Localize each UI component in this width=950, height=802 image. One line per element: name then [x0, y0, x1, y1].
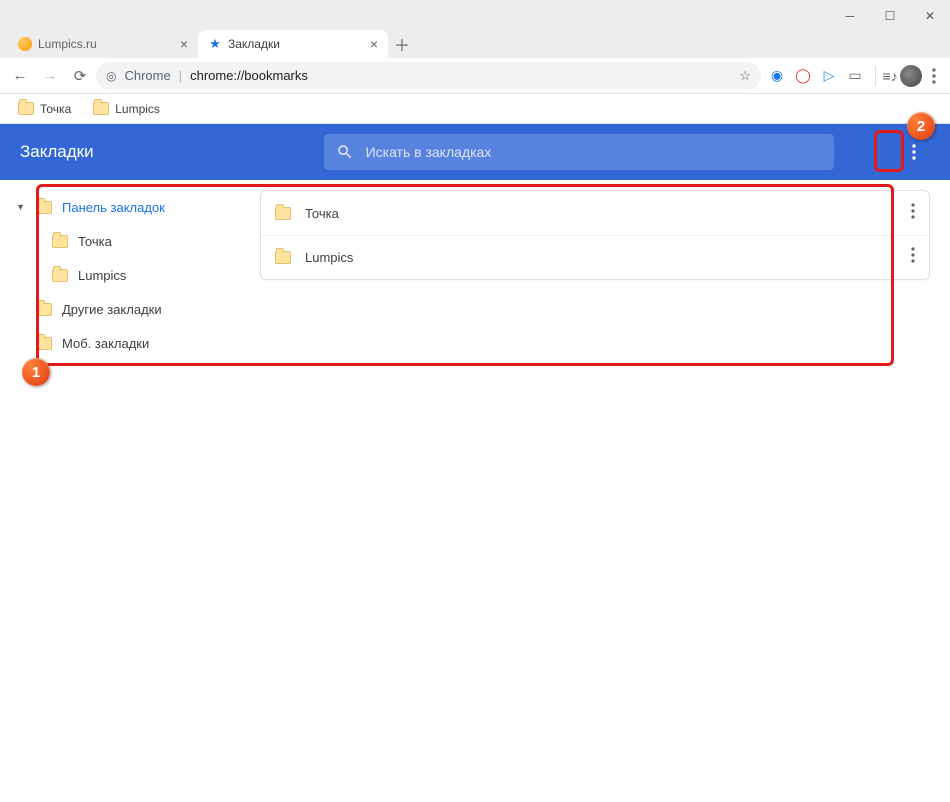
browser-menu-button[interactable] [924, 68, 944, 84]
bookmark-row-label: Точка [305, 206, 339, 221]
browser-tab[interactable]: Lumpics.ru × [8, 30, 198, 58]
media-control-icon[interactable]: ≡♪ [882, 68, 898, 84]
sidebar-item-mobile-bookmarks[interactable]: Моб. закладки [0, 326, 260, 360]
sidebar-item-folder[interactable]: Lumpics [0, 258, 260, 292]
bookmarks-bar-item-label: Точка [40, 102, 71, 116]
bookmarks-header: Закладки [0, 124, 950, 180]
bookmarks-main: ▼ Панель закладок Точка Lumpics Другие з… [0, 180, 950, 802]
page-title: Закладки [20, 142, 94, 162]
sidebar-item-other-bookmarks[interactable]: Другие закладки [0, 292, 260, 326]
tab-strip: Lumpics.ru × ★ Закладки × ＋ [0, 28, 950, 58]
expand-icon[interactable]: ▼ [16, 202, 26, 212]
bookmarks-bar-item[interactable]: Точка [10, 99, 79, 119]
tab-close-icon[interactable]: × [370, 36, 378, 52]
bookmarks-bar-item-label: Lumpics [115, 102, 160, 116]
bookmark-row[interactable]: Lumpics [261, 235, 929, 279]
url-host: Chrome [124, 68, 170, 83]
reload-button[interactable]: ⟳ [66, 62, 94, 90]
annotation-badge: 1 [22, 358, 50, 386]
tab-close-icon[interactable]: × [180, 36, 188, 52]
bookmarks-bar-item[interactable]: Lumpics [85, 99, 168, 119]
bookmarks-sidebar: ▼ Панель закладок Точка Lumpics Другие з… [0, 180, 260, 802]
folder-icon [36, 303, 52, 316]
sidebar-item-folder[interactable]: Точка [0, 224, 260, 258]
extension-icon[interactable]: ▷ [821, 68, 837, 84]
extensions-area: ◉ ◯ ▷ ▭ [763, 68, 869, 84]
site-info-icon[interactable]: ◎ [106, 69, 116, 83]
profile-avatar[interactable] [900, 65, 922, 87]
sidebar-item-label: Панель закладок [62, 200, 165, 215]
new-tab-button[interactable]: ＋ [388, 30, 416, 58]
favicon-star-icon: ★ [208, 36, 222, 52]
sidebar-item-bookmarks-bar[interactable]: ▼ Панель закладок [0, 190, 260, 224]
url-path: chrome://bookmarks [190, 68, 308, 83]
tab-label: Закладки [228, 37, 364, 51]
search-icon [336, 143, 354, 161]
bookmark-star-icon[interactable]: ☆ [739, 68, 751, 84]
folder-icon [275, 207, 291, 220]
browser-tab[interactable]: ★ Закладки × [198, 30, 388, 58]
sidebar-item-label: Lumpics [78, 268, 126, 283]
back-button[interactable]: ← [6, 62, 34, 90]
folder-icon [18, 102, 34, 115]
folder-icon [275, 251, 291, 264]
folder-icon [52, 235, 68, 248]
sidebar-item-label: Другие закладки [62, 302, 162, 317]
bookmarks-search[interactable] [324, 134, 834, 170]
forward-button[interactable]: → [36, 62, 64, 90]
bookmarks-content: Точка Lumpics [260, 180, 950, 802]
address-bar[interactable]: ◎ Chrome | chrome://bookmarks ☆ [96, 62, 761, 90]
bookmarks-menu-button[interactable] [898, 136, 930, 168]
row-menu-button[interactable] [911, 247, 915, 268]
extension-icon[interactable]: ◯ [795, 68, 811, 84]
bookmarks-list: Точка Lumpics [260, 190, 930, 280]
folder-icon [93, 102, 109, 115]
bookmarks-bar: Точка Lumpics [0, 94, 950, 124]
row-menu-button[interactable] [911, 203, 915, 224]
extension-icon[interactable]: ▭ [847, 68, 863, 84]
folder-icon [52, 269, 68, 282]
tab-label: Lumpics.ru [38, 37, 174, 51]
sidebar-item-label: Моб. закладки [62, 336, 149, 351]
browser-toolbar: ← → ⟳ ◎ Chrome | chrome://bookmarks ☆ ◉ … [0, 58, 950, 94]
bookmark-row-label: Lumpics [305, 250, 353, 265]
folder-icon [36, 337, 52, 350]
search-input[interactable] [366, 144, 822, 160]
sidebar-item-label: Точка [78, 234, 112, 249]
bookmark-row[interactable]: Точка [261, 191, 929, 235]
favicon-icon [18, 37, 32, 51]
folder-icon [36, 201, 52, 214]
annotation-badge: 2 [907, 112, 935, 140]
extension-icon[interactable]: ◉ [769, 68, 785, 84]
